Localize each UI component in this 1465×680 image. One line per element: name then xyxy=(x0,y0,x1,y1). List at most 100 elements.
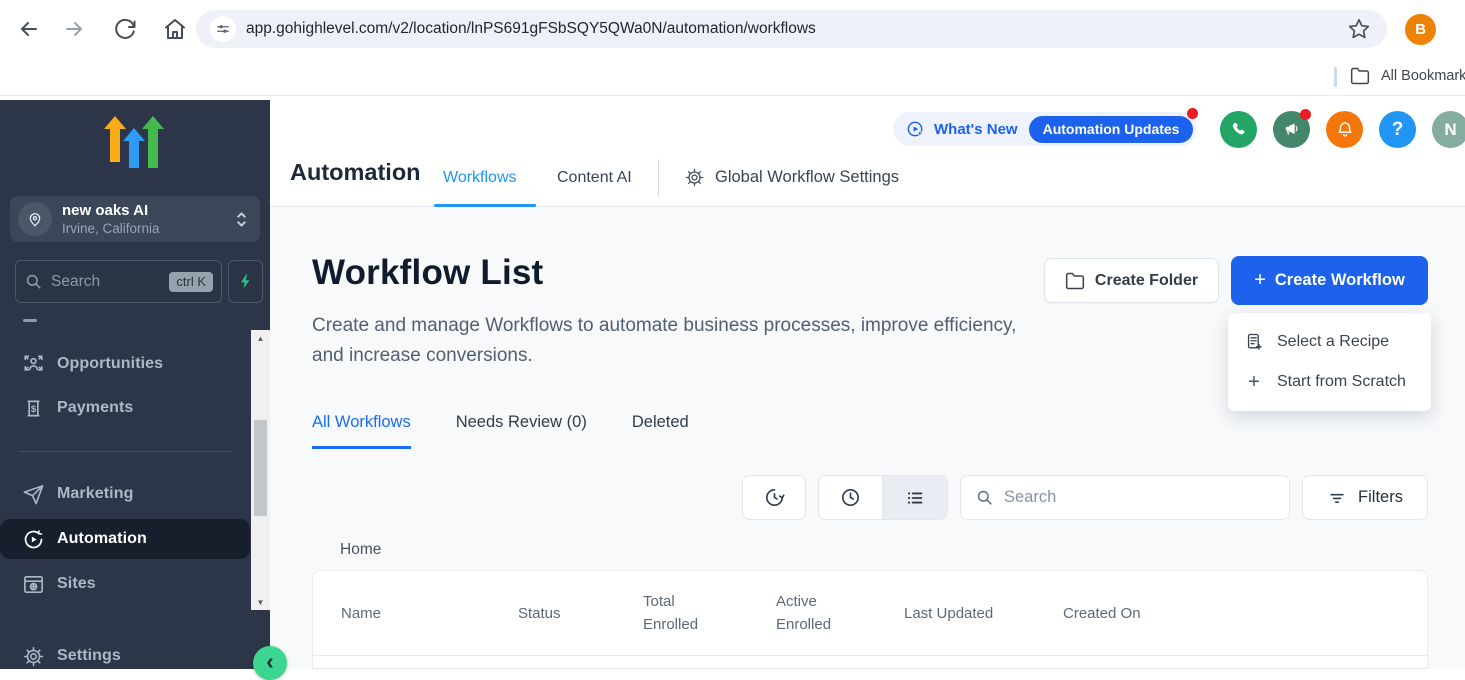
app-header: What's New Automation Updates ? xyxy=(270,97,1465,207)
browser-back-button[interactable] xyxy=(17,17,41,41)
notification-dot xyxy=(1300,109,1311,120)
tab-needs-review[interactable]: Needs Review (0) xyxy=(456,413,587,449)
clock-icon xyxy=(839,486,862,509)
scroll-down-arrow[interactable]: ▼ xyxy=(251,594,270,610)
browser-toolbar: app.gohighlevel.com/v2/location/lnPS691g… xyxy=(0,0,1465,58)
menu-item-start-from-scratch[interactable]: + Start from Scratch xyxy=(1228,362,1431,402)
sidebar-item-opportunities[interactable]: Opportunities xyxy=(0,344,250,384)
column-header-name: Name xyxy=(341,602,518,625)
create-workflow-dropdown: Select a Recipe + Start from Scratch xyxy=(1228,313,1431,411)
sidebar-search-field[interactable] xyxy=(51,273,151,291)
notification-dot xyxy=(1187,108,1198,119)
filter-icon xyxy=(1327,488,1347,508)
workflow-table: Name Status Total Enrolled Active Enroll… xyxy=(312,570,1428,669)
column-header-status: Status xyxy=(518,602,643,625)
automation-updates-badge[interactable]: Automation Updates xyxy=(1029,116,1194,143)
quick-actions-button[interactable] xyxy=(228,260,263,303)
whats-new-label: What's New xyxy=(934,121,1018,138)
tab-all-workflows[interactable]: All Workflows xyxy=(312,413,411,449)
sidebar-item-label: Payments xyxy=(57,399,133,417)
browser-profile-avatar[interactable]: B xyxy=(1405,14,1436,45)
bookmarks-separator xyxy=(1334,67,1337,87)
filters-button[interactable]: Filters xyxy=(1302,475,1428,520)
lightning-bolt-icon xyxy=(237,273,254,290)
announcements-button[interactable] xyxy=(1273,111,1310,148)
whats-new-icon xyxy=(905,119,926,140)
whats-new-button[interactable]: What's New Automation Updates xyxy=(893,112,1197,146)
list-view-button[interactable] xyxy=(883,476,947,519)
sidebar-search-input[interactable]: ctrl K xyxy=(15,260,222,303)
global-settings-label: Global Workflow Settings xyxy=(715,168,899,187)
account-selector[interactable]: new oaks AI Irvine, California xyxy=(10,196,260,242)
avatar-initial: N xyxy=(1444,120,1456,140)
sidebar-item-label: Opportunities xyxy=(57,355,163,373)
back-arrow-icon xyxy=(17,17,41,41)
browser-home-button[interactable] xyxy=(163,17,187,41)
url-bar[interactable]: app.gohighlevel.com/v2/location/lnPS691g… xyxy=(196,10,1387,48)
workflow-list-page: Workflow List Create and manage Workflow… xyxy=(270,207,1465,669)
create-folder-button[interactable]: Create Folder xyxy=(1044,258,1219,303)
sidebar-item-label: Automation xyxy=(57,530,147,548)
sidebar-item-sites[interactable]: Sites xyxy=(0,564,250,604)
workflow-search-input[interactable] xyxy=(960,475,1290,520)
scroll-up-arrow[interactable]: ▲ xyxy=(251,330,270,346)
page-title: Automation xyxy=(290,159,421,186)
breadcrumb[interactable]: Home xyxy=(340,541,381,559)
forward-arrow-icon xyxy=(62,17,86,41)
history-button[interactable] xyxy=(742,475,806,520)
logo-arrow-green xyxy=(142,116,164,168)
bookmark-star-icon[interactable] xyxy=(1347,17,1371,41)
browser-forward-button[interactable] xyxy=(62,17,86,41)
chevron-updown-icon xyxy=(235,210,248,229)
bookmarks-bar: All Bookmarks xyxy=(0,58,1465,96)
automation-icon xyxy=(22,528,45,551)
site-settings-icon[interactable] xyxy=(210,16,236,42)
menu-item-label: Start from Scratch xyxy=(1277,373,1406,391)
payments-icon: $ xyxy=(22,397,45,420)
column-header-last-updated: Last Updated xyxy=(904,602,1063,625)
search-icon xyxy=(24,272,43,291)
opportunities-icon xyxy=(22,353,45,376)
sidebar-item-marketing[interactable]: Marketing xyxy=(0,474,250,514)
sidebar-item-automation[interactable]: Automation xyxy=(0,519,250,559)
column-header-created-on: Created On xyxy=(1063,602,1427,625)
sidebar-item-label: Sites xyxy=(57,575,96,593)
megaphone-icon xyxy=(1282,120,1301,139)
sidebar-scrollbar[interactable]: ▲ ▼ xyxy=(251,330,270,610)
scrollbar-thumb[interactable] xyxy=(254,420,267,516)
sites-icon xyxy=(22,573,45,596)
browser-refresh-button[interactable] xyxy=(113,17,137,41)
create-workflow-button[interactable]: + Create Workflow xyxy=(1231,256,1428,305)
user-avatar[interactable]: N xyxy=(1432,111,1465,148)
list-icon xyxy=(904,487,926,509)
all-bookmarks-button[interactable]: All Bookmarks xyxy=(1350,66,1465,86)
account-name: new oaks AI xyxy=(62,202,235,220)
help-button[interactable]: ? xyxy=(1379,111,1416,148)
workflow-search-field[interactable] xyxy=(1004,488,1254,507)
sidebar-item-payments[interactable]: $ Payments xyxy=(0,388,250,428)
global-workflow-settings-link[interactable]: Global Workflow Settings xyxy=(684,167,899,188)
nav-item-partial xyxy=(23,319,37,322)
notifications-button[interactable] xyxy=(1326,111,1363,148)
chevron-left-icon: ‹ xyxy=(266,650,274,673)
gear-icon xyxy=(684,167,705,188)
nav-divider xyxy=(18,451,232,452)
sidebar-item-settings[interactable]: Settings xyxy=(0,636,250,676)
column-header-active-enrolled: Active Enrolled xyxy=(776,590,846,636)
plus-icon: + xyxy=(1254,269,1266,292)
search-shortcut-badge: ctrl K xyxy=(169,272,213,292)
refresh-icon xyxy=(113,17,137,41)
tab-deleted[interactable]: Deleted xyxy=(632,413,689,449)
location-pin-icon xyxy=(18,202,52,236)
tab-workflows[interactable]: Workflows xyxy=(443,169,517,187)
phone-button[interactable] xyxy=(1220,111,1257,148)
time-view-button[interactable] xyxy=(819,476,883,519)
folder-icon xyxy=(1065,271,1085,291)
view-toggle-group xyxy=(818,475,948,520)
tab-content-ai[interactable]: Content AI xyxy=(557,169,632,187)
recipe-icon xyxy=(1244,332,1264,352)
sidebar-collapse-button[interactable]: ‹ xyxy=(253,646,287,680)
sidebar: new oaks AI Irvine, California ctrl K Op… xyxy=(0,100,270,669)
menu-item-select-recipe[interactable]: Select a Recipe xyxy=(1228,322,1431,362)
plus-icon: + xyxy=(1244,371,1264,394)
